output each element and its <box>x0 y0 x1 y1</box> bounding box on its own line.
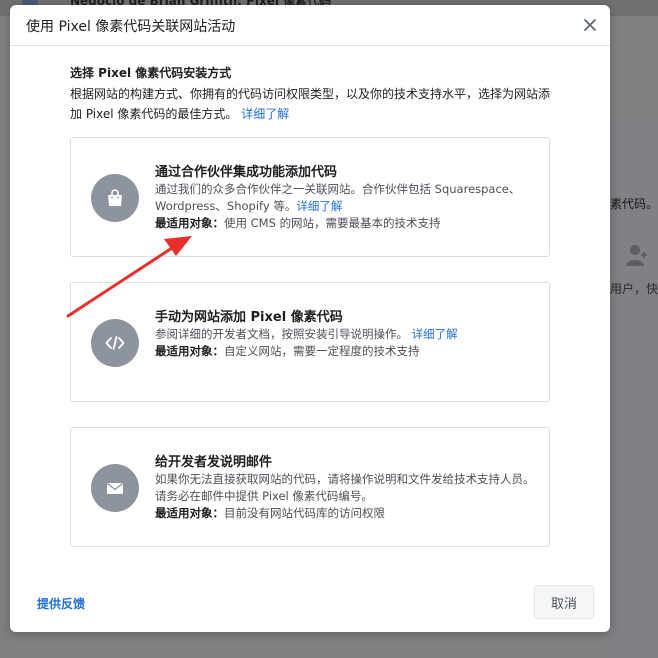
envelope-icon <box>91 464 139 512</box>
option-description: 通过我们的众多合作伙伴之一关联网站。合作伙伴包括 Squarespace、Wor… <box>155 182 521 230</box>
header-divider <box>10 45 610 46</box>
best-for-label: 最适用对象： <box>155 216 224 230</box>
best-for-label: 最适用对象： <box>155 344 224 358</box>
option-description: 参阅详细的开发者文档，按照安装引导说明操作。 详细了解 最适用对象：自定义网站，… <box>155 327 458 358</box>
background-side-text: 素代码。 <box>610 197 658 211</box>
section-description: 根据网站的构建方式、你拥有的代码访问权限类型，以及你的技术支持水平，选择为网站添… <box>70 87 551 121</box>
best-for-text: 自定义网站，需要一定程度的技术支持 <box>224 344 420 358</box>
dialog-title: 使用 Pixel 像素代码关联网站活动 <box>26 19 236 35</box>
option-manual-install[interactable]: 手动为网站添加 Pixel 像素代码 参阅详细的开发者文档，按照安装引导说明操作… <box>70 282 550 402</box>
option-title: 手动为网站添加 Pixel 像素代码 <box>155 310 343 325</box>
option-email-developer[interactable]: 给开发者发说明邮件 如果你无法直接获取网站的代码，请将操作说明和文件发给技术支持… <box>70 427 550 547</box>
learn-more-link[interactable]: 详细了解 <box>241 107 289 121</box>
feedback-link[interactable]: 提供反馈 <box>37 595 85 612</box>
cancel-button[interactable]: 取消 <box>534 585 594 619</box>
best-for-text: 目前没有网站代码库的访问权限 <box>224 506 385 520</box>
shopping-bag-icon <box>91 174 139 222</box>
section-title: 选择 Pixel 像素代码安装方式 <box>70 66 232 80</box>
learn-more-link[interactable]: 详细了解 <box>296 199 342 213</box>
pixel-setup-dialog: 使用 Pixel 像素代码关联网站活动 选择 Pixel 像素代码安装方式 根据… <box>10 5 610 632</box>
option-title: 通过合作伙伴集成功能添加代码 <box>155 165 338 180</box>
best-for-label: 最适用对象： <box>155 506 224 520</box>
close-button[interactable] <box>580 15 600 35</box>
option-title: 给开发者发说明邮件 <box>155 455 273 470</box>
best-for-text: 使用 CMS 的网站，需要最基本的技术支持 <box>224 216 441 230</box>
code-icon <box>91 319 139 367</box>
learn-more-link[interactable]: 详细了解 <box>412 327 458 341</box>
person-add-icon <box>626 245 647 266</box>
option-partner-integration[interactable]: 通过合作伙伴集成功能添加代码 通过我们的众多合作伙伴之一关联网站。合作伙伴包括 … <box>70 137 550 257</box>
background-side-text-2: 用户，快 <box>610 282 658 296</box>
close-icon <box>584 19 596 31</box>
option-description: 如果你无法直接获取网站的代码，请将操作说明和文件发给技术支持人员。请务必在邮件中… <box>155 472 535 520</box>
